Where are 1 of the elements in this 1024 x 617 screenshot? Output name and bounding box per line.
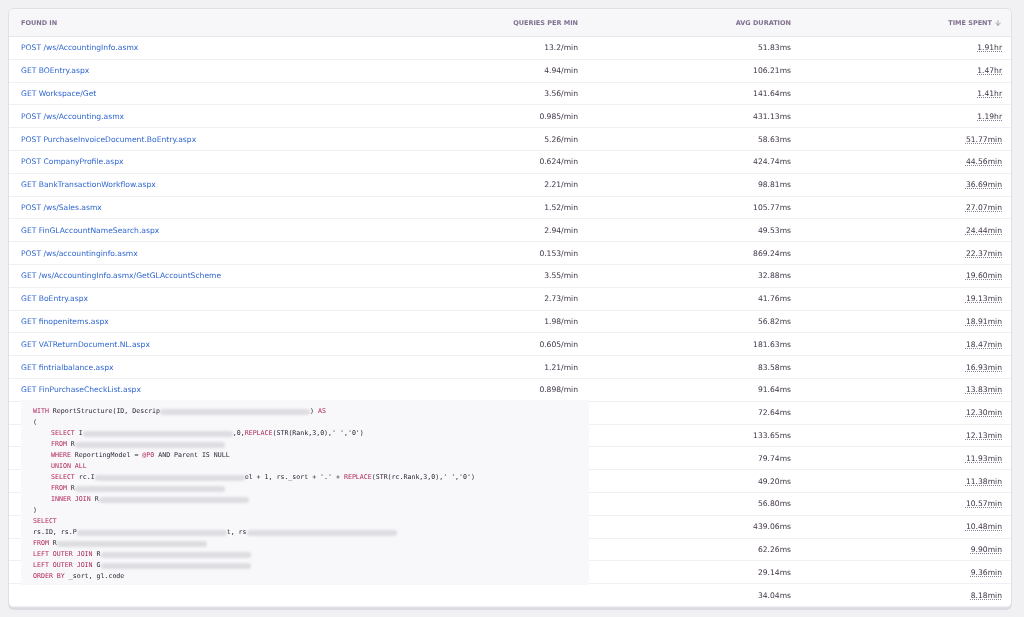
sort-arrow-icon — [994, 18, 1002, 27]
